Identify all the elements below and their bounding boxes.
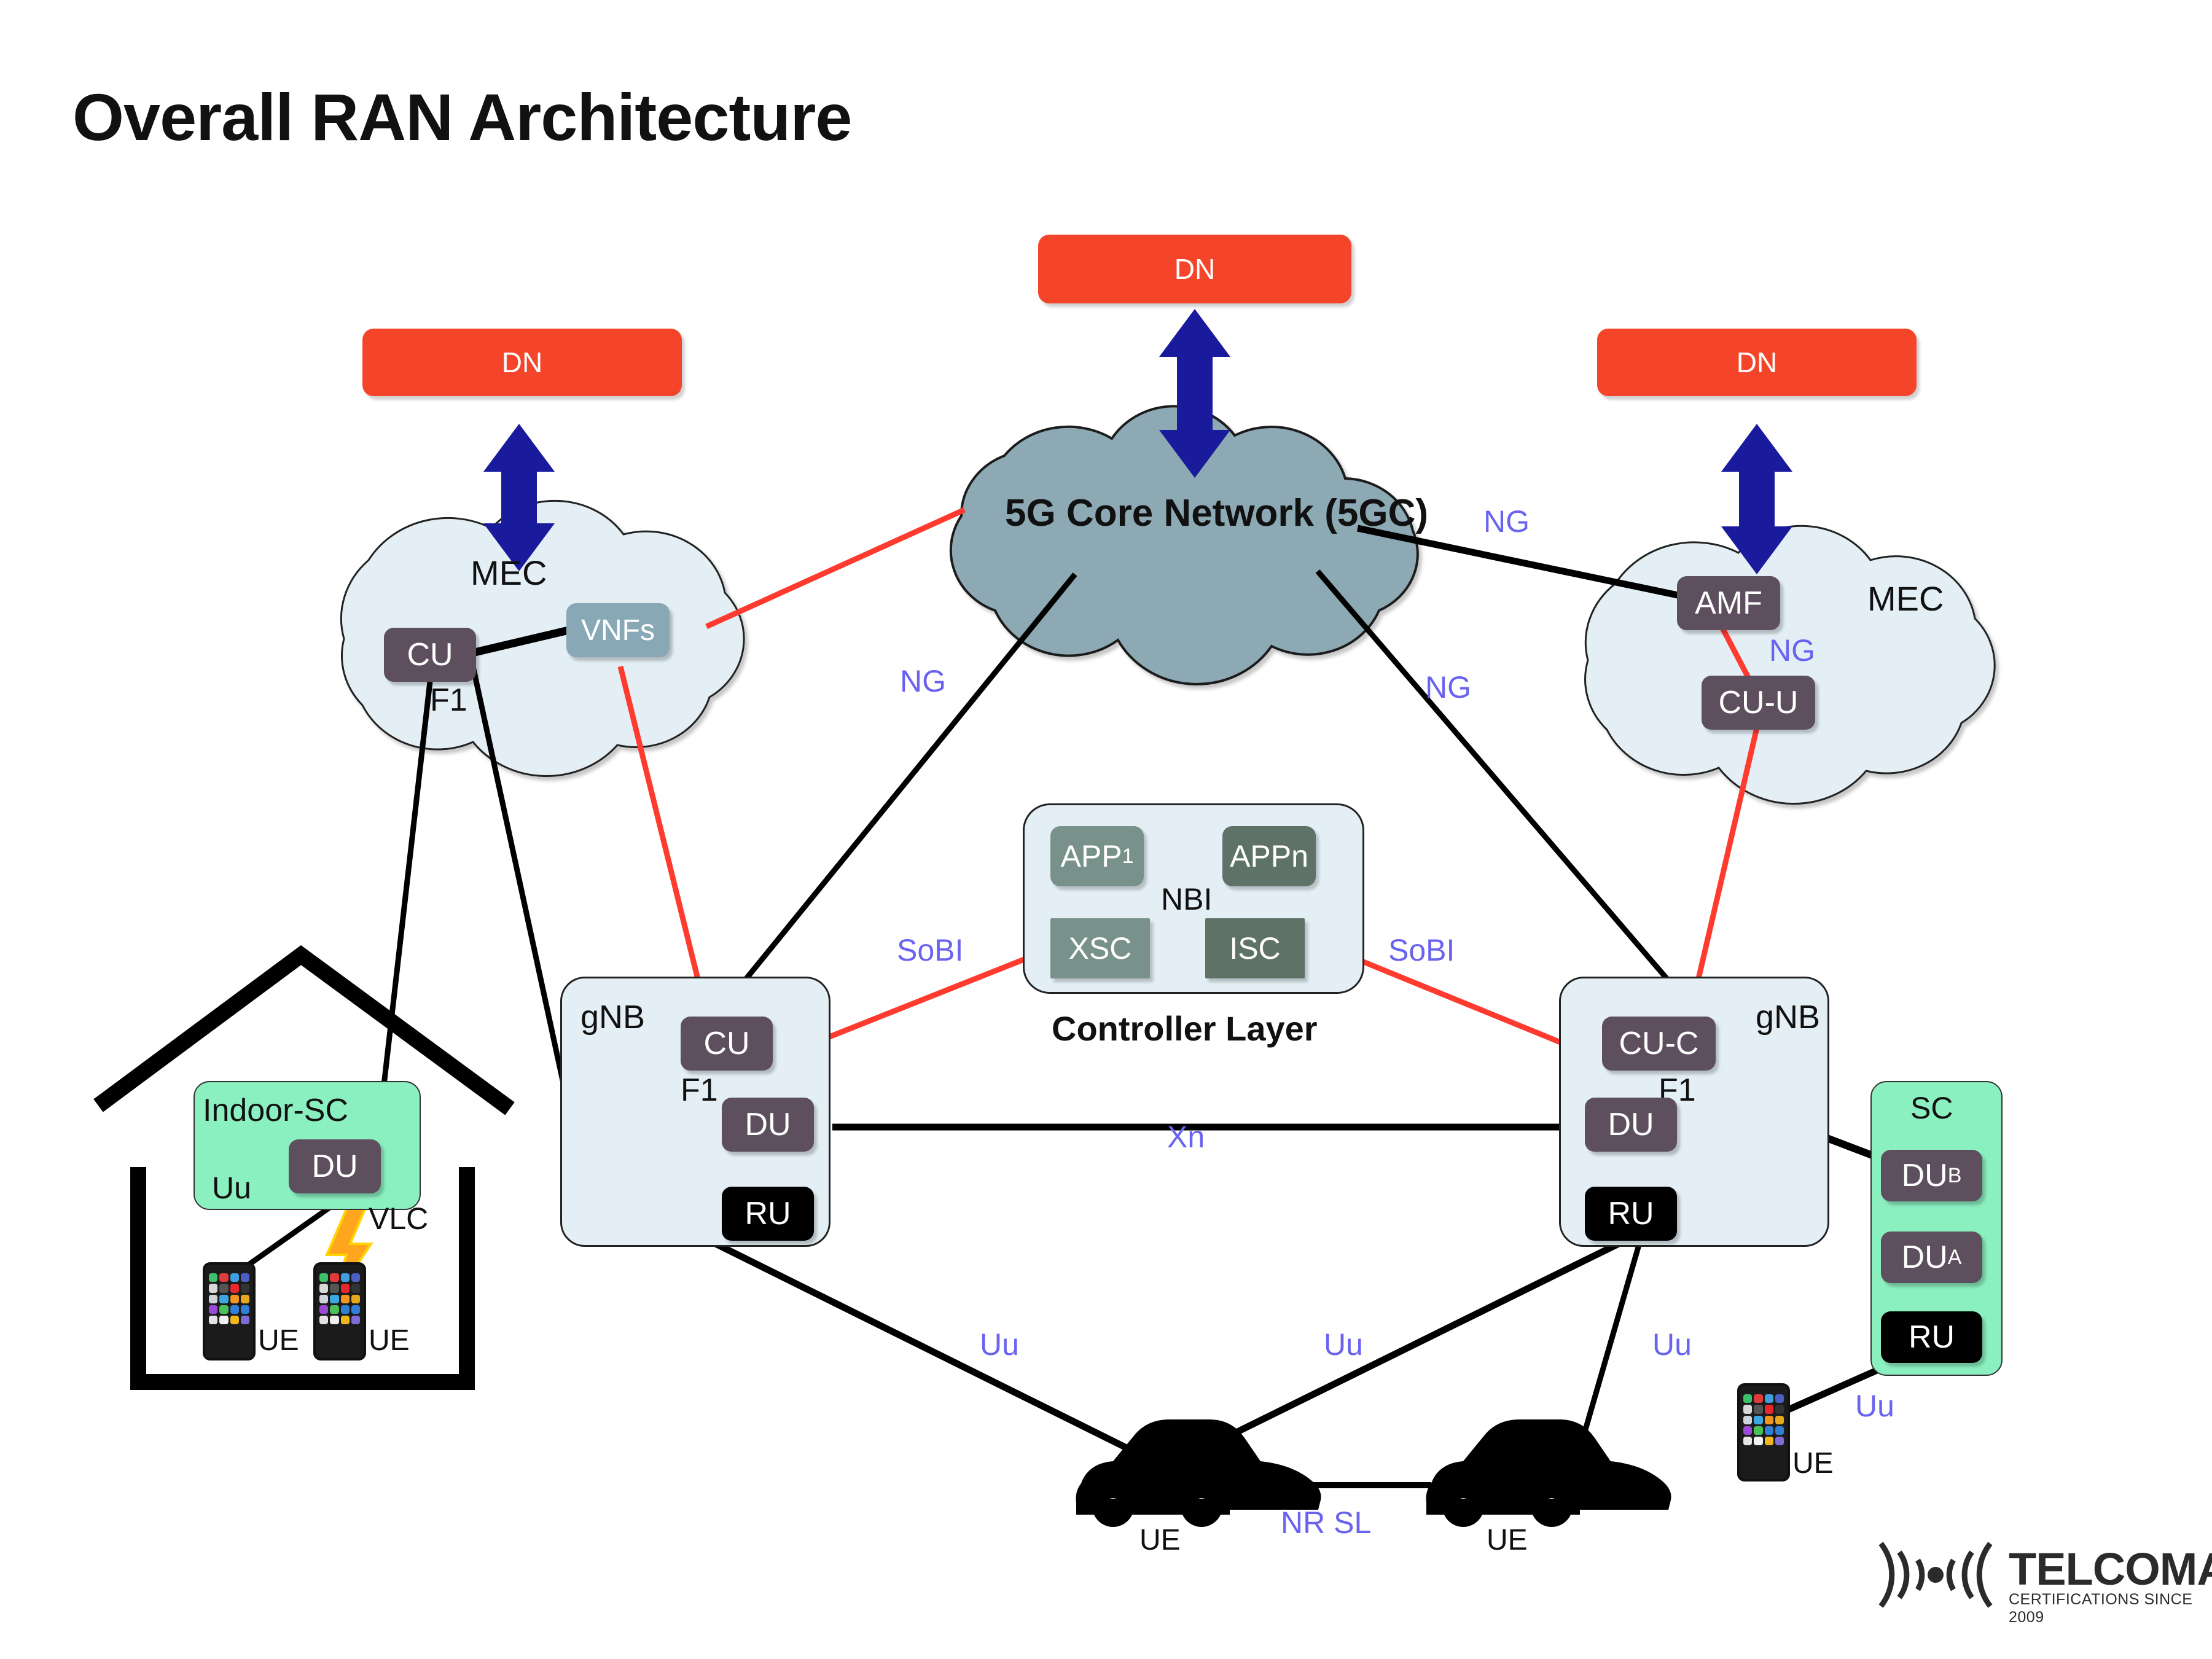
node-du-b-label: DU <box>1901 1158 1948 1193</box>
app-chip-1[interactable]: APP 1 <box>1050 826 1144 886</box>
core-label: 5G Core Network (5GC) <box>1005 492 1429 534</box>
node-vnfs[interactable]: VNFs <box>566 603 670 657</box>
node-du-indoor[interactable]: DU <box>289 1139 381 1193</box>
label-ng-mec-right-inner: NG <box>1769 633 1815 668</box>
ue-indoor-2-label: UE <box>369 1324 410 1357</box>
node-cu-c-gnb-right-label: CU-C <box>1619 1026 1699 1061</box>
node-du-a[interactable]: DU A <box>1881 1232 1982 1283</box>
label-uu-handset: Uu <box>1855 1389 1894 1423</box>
controller-chip-isc[interactable]: ISC <box>1205 918 1305 978</box>
node-cu-mec-left-label: CU <box>407 637 453 673</box>
node-du-a-label: DU <box>1901 1239 1948 1275</box>
node-amf-label: AMF <box>1695 585 1762 621</box>
ue-phone-indoor-1[interactable] <box>203 1262 256 1360</box>
gnb-left-label: gNB <box>580 999 646 1036</box>
brand-logo: TELCOMA CERTIFICATIONS SINCE 2009 <box>2009 1544 2212 1626</box>
label-ng-core-right-top: NG <box>1483 504 1530 539</box>
node-du-b[interactable]: DU B <box>1881 1150 1982 1201</box>
app-chip-1-label: APP <box>1060 839 1122 873</box>
node-vnfs-label: VNFs <box>581 614 655 647</box>
ue-handset-label: UE <box>1792 1447 1834 1480</box>
ue-indoor-1-label: UE <box>258 1324 299 1357</box>
node-du-gnb-right[interactable]: DU <box>1585 1098 1677 1152</box>
gnb-right-label: gNB <box>1756 999 1821 1036</box>
app-chip-n[interactable]: APPn <box>1222 826 1316 886</box>
node-du-a-sub: A <box>1947 1245 1962 1269</box>
label-sobi-left: SoBI <box>897 933 964 967</box>
node-du-b-sub: B <box>1947 1163 1962 1187</box>
controller-chip-isc-label: ISC <box>1229 931 1281 966</box>
node-ru-small-cell-label: RU <box>1908 1319 1955 1355</box>
dn-box-left[interactable]: DN <box>362 329 682 396</box>
node-cu-u[interactable]: CU-U <box>1702 676 1815 730</box>
indoor-small-cell-label: Indoor-SC <box>203 1093 348 1128</box>
dn-left-label: DN <box>501 346 543 378</box>
vehicle-ue-2 <box>1426 1419 1671 1527</box>
node-du-gnb-left-label: DU <box>744 1107 791 1142</box>
label-nr-sidelink: NR SL <box>1281 1505 1372 1540</box>
label-uu-car-1: Uu <box>980 1327 1019 1362</box>
ue-phone-handset[interactable] <box>1737 1383 1790 1481</box>
node-cu-u-label: CU-U <box>1718 685 1799 720</box>
controller-chip-xsc-label: XSC <box>1068 931 1132 966</box>
controller-chip-xsc[interactable]: XSC <box>1050 918 1150 978</box>
label-ng-core-left: NG <box>900 664 946 698</box>
node-cu-c-gnb-right[interactable]: CU-C <box>1602 1017 1716 1071</box>
vehicle-ue-1-label: UE <box>1139 1524 1181 1556</box>
app-chip-1-sub: 1 <box>1122 844 1134 868</box>
node-du-gnb-right-label: DU <box>1608 1107 1654 1142</box>
label-uu-car-2: Uu <box>1324 1327 1363 1362</box>
dn-center-label: DN <box>1174 253 1216 285</box>
diagram-canvas: Overall RAN Architecture DN DN DN MEC 5G… <box>0 0 2212 1659</box>
node-ru-small-cell[interactable]: RU <box>1881 1311 1982 1363</box>
link-isc-gnbright-cuc <box>1353 955 1574 1050</box>
label-ng-core-right: NG <box>1425 670 1471 705</box>
nbi-label: NBI <box>1161 882 1213 916</box>
node-cu-mec-left[interactable]: CU <box>384 628 476 682</box>
interface-uu-indoor: Uu <box>212 1171 251 1205</box>
mec-left-label: MEC <box>471 553 547 592</box>
node-amf[interactable]: AMF <box>1677 576 1780 630</box>
ue-phone-indoor-2[interactable] <box>313 1262 366 1360</box>
node-cu-gnb-left-label: CU <box>703 1026 750 1061</box>
brand-name: TELCOMA <box>2009 1544 2212 1595</box>
node-ru-gnb-right-label: RU <box>1608 1196 1654 1232</box>
link-vnfs-core <box>705 507 966 630</box>
node-ru-gnb-left[interactable]: RU <box>722 1187 814 1241</box>
brand-tagline: CERTIFICATIONS SINCE 2009 <box>2009 1591 2193 1626</box>
interface-f1-gnb-left: F1 <box>681 1072 718 1108</box>
small-cell-label: SC <box>1910 1091 1953 1125</box>
node-du-gnb-left[interactable]: DU <box>722 1098 814 1152</box>
node-cu-gnb-left[interactable]: CU <box>681 1017 773 1071</box>
mec-right-label: MEC <box>1867 579 1944 618</box>
dn-right-label: DN <box>1736 346 1778 378</box>
app-chip-n-label: APPn <box>1230 839 1308 873</box>
link-gnbleft-car1 <box>708 1238 1169 1471</box>
dn-box-center[interactable]: DN <box>1038 235 1351 303</box>
node-ru-gnb-left-label: RU <box>744 1196 791 1232</box>
telcoma-dot-icon <box>1928 1567 1944 1583</box>
label-uu-car-3: Uu <box>1652 1327 1692 1362</box>
interface-f1-mec-left: F1 <box>430 682 467 718</box>
label-sobi-right: SoBI <box>1388 933 1455 967</box>
controller-layer-caption: Controller Layer <box>1052 1009 1318 1048</box>
node-du-indoor-label: DU <box>311 1149 358 1184</box>
node-ru-gnb-right[interactable]: RU <box>1585 1187 1677 1241</box>
label-xn: Xn <box>1167 1120 1205 1154</box>
link-gnbleft-cu-xsc <box>810 955 1028 1047</box>
vehicle-ue-2-label: UE <box>1487 1524 1528 1556</box>
dn-box-right[interactable]: DN <box>1597 329 1917 396</box>
interface-vlc: VLC <box>369 1201 429 1236</box>
